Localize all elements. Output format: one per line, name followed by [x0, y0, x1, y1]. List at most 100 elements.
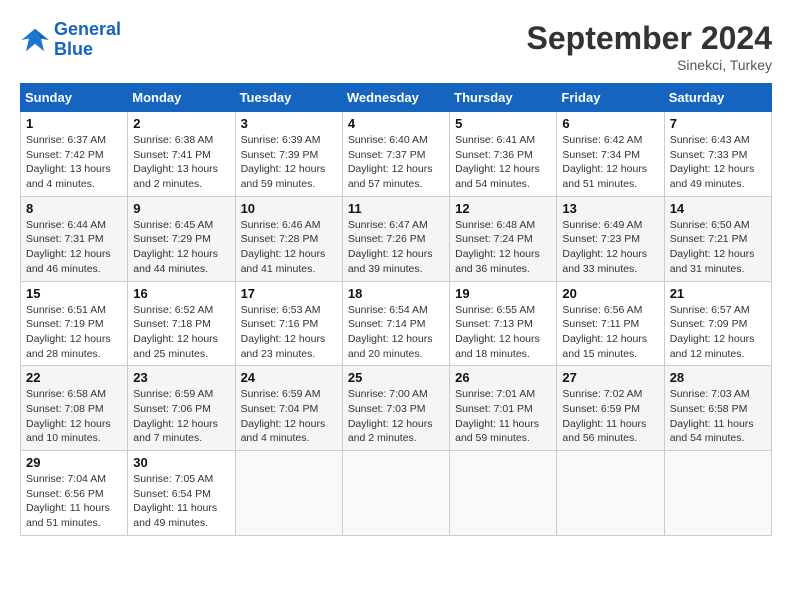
location: Sinekci, Turkey	[527, 57, 772, 73]
day-info: Sunrise: 6:49 AMSunset: 7:23 PMDaylight:…	[562, 218, 658, 277]
calendar-day-cell: 10 Sunrise: 6:46 AMSunset: 7:28 PMDayligh…	[235, 196, 342, 281]
day-info: Sunrise: 6:47 AMSunset: 7:26 PMDaylight:…	[348, 218, 444, 277]
day-number: 14	[670, 201, 766, 216]
day-number: 16	[133, 286, 229, 301]
day-info: Sunrise: 7:04 AMSunset: 6:56 PMDaylight:…	[26, 472, 122, 531]
day-info: Sunrise: 6:57 AMSunset: 7:09 PMDaylight:…	[670, 303, 766, 362]
day-info: Sunrise: 6:46 AMSunset: 7:28 PMDaylight:…	[241, 218, 337, 277]
day-info: Sunrise: 6:38 AMSunset: 7:41 PMDaylight:…	[133, 133, 229, 192]
day-of-week-header: Sunday	[21, 84, 128, 112]
calendar-day-cell: 8 Sunrise: 6:44 AMSunset: 7:31 PMDaylight…	[21, 196, 128, 281]
day-number: 10	[241, 201, 337, 216]
calendar-day-cell	[450, 451, 557, 536]
day-number: 4	[348, 116, 444, 131]
day-info: Sunrise: 6:43 AMSunset: 7:33 PMDaylight:…	[670, 133, 766, 192]
day-info: Sunrise: 6:50 AMSunset: 7:21 PMDaylight:…	[670, 218, 766, 277]
day-number: 11	[348, 201, 444, 216]
day-of-week-header: Friday	[557, 84, 664, 112]
day-number: 26	[455, 370, 551, 385]
calendar-header: SundayMondayTuesdayWednesdayThursdayFrid…	[21, 84, 772, 112]
day-info: Sunrise: 6:58 AMSunset: 7:08 PMDaylight:…	[26, 387, 122, 446]
day-number: 15	[26, 286, 122, 301]
calendar-day-cell: 15 Sunrise: 6:51 AMSunset: 7:19 PMDayligh…	[21, 281, 128, 366]
calendar-day-cell: 16 Sunrise: 6:52 AMSunset: 7:18 PMDayligh…	[128, 281, 235, 366]
calendar-day-cell: 28 Sunrise: 7:03 AMSunset: 6:58 PMDayligh…	[664, 366, 771, 451]
calendar-day-cell: 9 Sunrise: 6:45 AMSunset: 7:29 PMDaylight…	[128, 196, 235, 281]
calendar-day-cell	[557, 451, 664, 536]
day-of-week-header: Monday	[128, 84, 235, 112]
calendar-body: 1Sunrise: 6:37 AMSunset: 7:42 PMDaylight…	[21, 112, 772, 536]
logo-general: General	[54, 20, 121, 40]
calendar-day-cell: 27 Sunrise: 7:02 AMSunset: 6:59 PMDayligh…	[557, 366, 664, 451]
day-info: Sunrise: 6:42 AMSunset: 7:34 PMDaylight:…	[562, 133, 658, 192]
day-info: Sunrise: 6:55 AMSunset: 7:13 PMDaylight:…	[455, 303, 551, 362]
day-number: 9	[133, 201, 229, 216]
day-of-week-header: Thursday	[450, 84, 557, 112]
day-info: Sunrise: 6:56 AMSunset: 7:11 PMDaylight:…	[562, 303, 658, 362]
day-number: 7	[670, 116, 766, 131]
day-number: 17	[241, 286, 337, 301]
calendar-day-cell: 19 Sunrise: 6:55 AMSunset: 7:13 PMDayligh…	[450, 281, 557, 366]
day-number: 23	[133, 370, 229, 385]
day-number: 1	[26, 116, 122, 131]
header-row: SundayMondayTuesdayWednesdayThursdayFrid…	[21, 84, 772, 112]
calendar-day-cell: 12 Sunrise: 6:48 AMSunset: 7:24 PMDayligh…	[450, 196, 557, 281]
calendar-day-cell: 20Sunrise: 6:56 AMSunset: 7:11 PMDayligh…	[557, 281, 664, 366]
day-info: Sunrise: 7:02 AMSunset: 6:59 PMDaylight:…	[562, 387, 658, 446]
day-number: 5	[455, 116, 551, 131]
day-info: Sunrise: 7:03 AMSunset: 6:58 PMDaylight:…	[670, 387, 766, 446]
day-number: 12	[455, 201, 551, 216]
day-number: 24	[241, 370, 337, 385]
day-info: Sunrise: 6:59 AMSunset: 7:04 PMDaylight:…	[241, 387, 337, 446]
day-info: Sunrise: 6:39 AMSunset: 7:39 PMDaylight:…	[241, 133, 337, 192]
day-number: 29	[26, 455, 122, 470]
calendar-day-cell: 22 Sunrise: 6:58 AMSunset: 7:08 PMDayligh…	[21, 366, 128, 451]
day-number: 6	[562, 116, 658, 131]
calendar-day-cell	[664, 451, 771, 536]
day-info: Sunrise: 6:52 AMSunset: 7:18 PMDaylight:…	[133, 303, 229, 362]
calendar-day-cell: 4 Sunrise: 6:40 AMSunset: 7:37 PMDaylight…	[342, 112, 449, 197]
day-info: Sunrise: 6:53 AMSunset: 7:16 PMDaylight:…	[241, 303, 337, 362]
day-info: Sunrise: 7:05 AMSunset: 6:54 PMDaylight:…	[133, 472, 229, 531]
calendar-day-cell: 7 Sunrise: 6:43 AMSunset: 7:33 PMDaylight…	[664, 112, 771, 197]
calendar-day-cell: 11 Sunrise: 6:47 AMSunset: 7:26 PMDayligh…	[342, 196, 449, 281]
calendar-day-cell: 14 Sunrise: 6:50 AMSunset: 7:21 PMDayligh…	[664, 196, 771, 281]
day-number: 22	[26, 370, 122, 385]
day-info: Sunrise: 6:41 AMSunset: 7:36 PMDaylight:…	[455, 133, 551, 192]
day-number: 27	[562, 370, 658, 385]
day-info: Sunrise: 6:44 AMSunset: 7:31 PMDaylight:…	[26, 218, 122, 277]
calendar-week-row: 22 Sunrise: 6:58 AMSunset: 7:08 PMDayligh…	[21, 366, 772, 451]
calendar-week-row: 8 Sunrise: 6:44 AMSunset: 7:31 PMDaylight…	[21, 196, 772, 281]
day-info: Sunrise: 6:48 AMSunset: 7:24 PMDaylight:…	[455, 218, 551, 277]
day-number: 3	[241, 116, 337, 131]
logo-icon	[20, 25, 50, 55]
day-number: 19	[455, 286, 551, 301]
day-number: 21	[670, 286, 766, 301]
day-number: 13	[562, 201, 658, 216]
calendar-table: SundayMondayTuesdayWednesdayThursdayFrid…	[20, 83, 772, 536]
day-of-week-header: Wednesday	[342, 84, 449, 112]
day-number: 2	[133, 116, 229, 131]
day-number: 28	[670, 370, 766, 385]
calendar-week-row: 1Sunrise: 6:37 AMSunset: 7:42 PMDaylight…	[21, 112, 772, 197]
day-number: 18	[348, 286, 444, 301]
day-info: Sunrise: 6:40 AMSunset: 7:37 PMDaylight:…	[348, 133, 444, 192]
day-info: Sunrise: 6:54 AMSunset: 7:14 PMDaylight:…	[348, 303, 444, 362]
day-info: Sunrise: 6:59 AMSunset: 7:06 PMDaylight:…	[133, 387, 229, 446]
day-info: Sunrise: 6:45 AMSunset: 7:29 PMDaylight:…	[133, 218, 229, 277]
calendar-day-cell: 18 Sunrise: 6:54 AMSunset: 7:14 PMDayligh…	[342, 281, 449, 366]
calendar-day-cell: 6 Sunrise: 6:42 AMSunset: 7:34 PMDaylight…	[557, 112, 664, 197]
day-info: Sunrise: 7:01 AMSunset: 7:01 PMDaylight:…	[455, 387, 551, 446]
calendar-day-cell: 1Sunrise: 6:37 AMSunset: 7:42 PMDaylight…	[21, 112, 128, 197]
calendar-day-cell: 30Sunrise: 7:05 AMSunset: 6:54 PMDayligh…	[128, 451, 235, 536]
day-number: 8	[26, 201, 122, 216]
calendar-day-cell	[235, 451, 342, 536]
day-of-week-header: Tuesday	[235, 84, 342, 112]
calendar-day-cell: 26 Sunrise: 7:01 AMSunset: 7:01 PMDayligh…	[450, 366, 557, 451]
day-info: Sunrise: 6:51 AMSunset: 7:19 PMDaylight:…	[26, 303, 122, 362]
calendar-day-cell: 17 Sunrise: 6:53 AMSunset: 7:16 PMDayligh…	[235, 281, 342, 366]
calendar-day-cell: 13 Sunrise: 6:49 AMSunset: 7:23 PMDayligh…	[557, 196, 664, 281]
calendar-day-cell: 5 Sunrise: 6:41 AMSunset: 7:36 PMDaylight…	[450, 112, 557, 197]
month-title: September 2024	[527, 20, 772, 57]
calendar-day-cell: 3 Sunrise: 6:39 AMSunset: 7:39 PMDaylight…	[235, 112, 342, 197]
